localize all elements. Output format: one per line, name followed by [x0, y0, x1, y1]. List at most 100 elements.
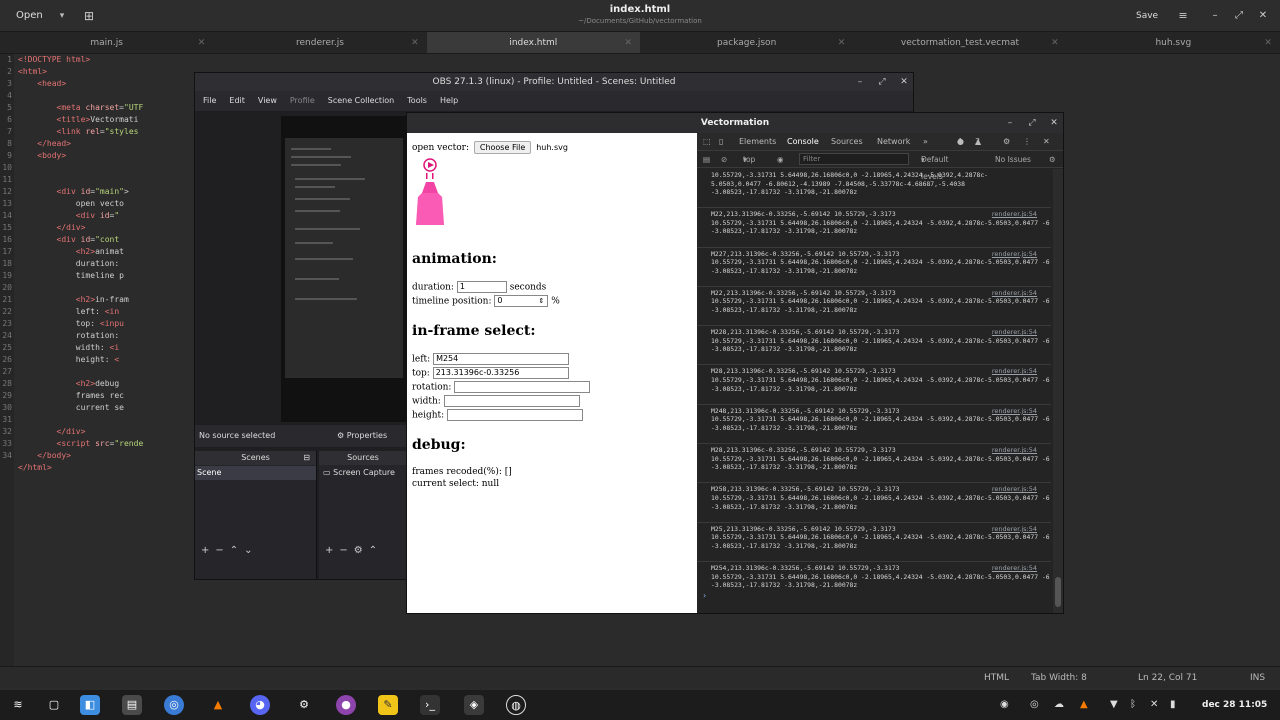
vlc-icon[interactable]: ▲ [208, 695, 228, 715]
console-message[interactable]: M28,213.31396c-0.33256,-5.69142 10.55729… [697, 365, 1051, 405]
rotation-input[interactable] [454, 381, 591, 393]
volume-mute-icon[interactable]: ✕ [1150, 690, 1158, 720]
obs-preview[interactable] [281, 116, 407, 422]
console-source-link[interactable]: renderer.js:54 [992, 289, 1037, 297]
scroll-thumb[interactable] [1055, 577, 1061, 607]
maximize-icon[interactable]: ⤢ [1023, 113, 1041, 133]
vlc-tray-icon[interactable]: ▲ [1080, 690, 1088, 720]
console-source-link[interactable]: renderer.js:54 [992, 250, 1037, 258]
move-up-icon[interactable]: ⌃ [230, 545, 244, 556]
close-icon[interactable]: ✕ [1254, 6, 1272, 26]
kebab-menu-icon[interactable]: ⋮ [1023, 133, 1031, 151]
menu-view[interactable]: View [258, 91, 277, 111]
maximize-icon[interactable]: ⤢ [1230, 6, 1248, 26]
menu-profile[interactable]: Profile [290, 91, 315, 111]
discord-icon[interactable]: ◕ [250, 695, 270, 715]
obs-icon[interactable]: ◍ [506, 695, 526, 715]
move-down-icon[interactable]: ⌄ [244, 545, 258, 556]
width-input[interactable] [443, 395, 580, 407]
menu-edit[interactable]: Edit [229, 91, 245, 111]
menu-file[interactable]: File [203, 91, 216, 111]
console-message[interactable]: M248,213.31396c-0.33256,-5.69142 10.5572… [697, 405, 1051, 445]
tab-package-json[interactable]: package.json ✕ [640, 32, 853, 53]
console-message[interactable]: M254,213.31396c-0.33256,-5.69142 10.5572… [697, 562, 1051, 589]
github-icon[interactable]: ● [336, 695, 356, 715]
close-icon[interactable]: ✕ [895, 73, 913, 91]
console-message[interactable]: M258,213.31396c-0.33256,-5.69142 10.5572… [697, 483, 1051, 523]
tab-console[interactable]: Console [787, 133, 819, 153]
close-icon[interactable]: ✕ [1264, 32, 1272, 54]
undock-icon[interactable]: ⊟ [303, 451, 310, 465]
close-icon[interactable]: ✕ [1043, 133, 1050, 151]
vector-preview[interactable] [412, 157, 452, 237]
more-tabs-icon[interactable]: » [923, 133, 928, 151]
height-input[interactable] [447, 409, 584, 421]
gear-icon[interactable]: ⚙ [354, 545, 369, 556]
issues-button[interactable]: No Issues [995, 151, 1031, 168]
menu-tools[interactable]: Tools [407, 91, 427, 111]
console-message[interactable]: M22,213.31396c-0.33256,-5.69142 10.55729… [697, 208, 1051, 248]
remove-icon[interactable]: − [339, 545, 353, 556]
console-message[interactable]: M227,213.31396c-0.33256,-5.69142 10.5572… [697, 248, 1051, 287]
app-menu-icon[interactable]: ≋ [8, 695, 28, 715]
add-icon[interactable]: + [201, 545, 215, 556]
gear-icon[interactable]: ⚙ [1003, 133, 1010, 151]
minimize-icon[interactable]: – [1001, 113, 1019, 133]
console-source-link[interactable]: renderer.js:54 [992, 564, 1037, 572]
console-prompt[interactable]: › [703, 591, 706, 600]
show-desktop-icon[interactable]: ▢ [44, 695, 64, 715]
close-icon[interactable]: ✕ [198, 32, 206, 54]
tab-width-selector[interactable]: Tab Width: 8 [1031, 667, 1087, 689]
filter-input[interactable]: Filter [799, 153, 909, 165]
remove-icon[interactable]: − [215, 545, 229, 556]
menu-scene-collection[interactable]: Scene Collection [328, 91, 395, 111]
new-tab-icon[interactable]: ⊞ [80, 6, 98, 26]
log-levels-selector[interactable]: Default levels ▾ [921, 151, 948, 181]
console-message[interactable]: M28,213.31396c-0.33256,-5.69142 10.55729… [697, 444, 1051, 484]
tab-sources[interactable]: Sources [831, 133, 863, 151]
console-scrollbar[interactable] [1053, 169, 1063, 613]
close-icon[interactable]: ✕ [838, 32, 846, 54]
settings-icon[interactable]: ⚙ [294, 695, 314, 715]
files-icon[interactable]: ▤ [122, 695, 142, 715]
console-source-link[interactable]: renderer.js:54 [992, 485, 1037, 493]
tab-elements[interactable]: Elements [739, 133, 776, 151]
source-item[interactable]: ▭ Screen Capture [319, 466, 407, 480]
menu-help[interactable]: Help [440, 91, 458, 111]
gear-icon[interactable]: ⚙ [1049, 151, 1056, 168]
console-message[interactable]: M25,213.31396c-0.33256,-5.69142 10.55729… [697, 523, 1051, 562]
console-message[interactable]: 10.55729,-3.31731 5.64498,26.16806c0,0 -… [697, 169, 1051, 209]
console-source-link[interactable]: renderer.js:54 [992, 407, 1037, 415]
open-button[interactable]: Open [6, 6, 53, 26]
add-icon[interactable]: + [325, 545, 339, 556]
top-input[interactable]: 213.31396c-0.33256 [432, 367, 569, 379]
context-selector[interactable]: top ▾ [743, 151, 755, 168]
close-icon[interactable]: ✕ [1045, 113, 1063, 133]
save-button[interactable]: Save [1128, 6, 1166, 26]
inspect-icon[interactable]: ⬚ [703, 133, 711, 151]
minimize-icon[interactable]: – [851, 73, 869, 91]
tab-index-html[interactable]: index.html ✕ [426, 32, 640, 54]
battery-icon[interactable]: ▮ [1170, 690, 1176, 720]
console-source-link[interactable]: renderer.js:54 [992, 367, 1037, 375]
close-icon[interactable]: ✕ [1051, 32, 1059, 54]
wifi-icon[interactable]: ▼ [1110, 690, 1118, 720]
scene-item[interactable]: Scene [195, 466, 316, 480]
chevron-down-icon[interactable]: ▾ [54, 6, 70, 26]
tray-icon[interactable]: ◎ [1030, 690, 1039, 720]
close-icon[interactable]: ✕ [411, 32, 419, 54]
spinner-icon[interactable]: ⇕ [539, 296, 545, 306]
tab-network[interactable]: Network [877, 133, 910, 151]
code-editor[interactable]: <!DOCTYPE html> <html> <head> <meta char… [18, 54, 198, 666]
close-icon[interactable]: ✕ [624, 32, 632, 54]
console-source-link[interactable]: renderer.js:54 [992, 210, 1037, 218]
console-message[interactable]: M228,213.31396c-0.33256,-5.69142 10.5572… [697, 326, 1051, 366]
duration-input[interactable]: 1 [456, 281, 507, 293]
sidebar-toggle-icon[interactable]: ▤ [703, 151, 710, 168]
properties-button[interactable]: ⚙ Properties [337, 425, 387, 447]
tab-vectormation-test[interactable]: vectormation_test.vecmat ✕ [853, 32, 1066, 53]
tab-huh-svg[interactable]: huh.svg ✕ [1067, 32, 1280, 53]
timeline-stepper[interactable]: 0 ⇕ [494, 295, 549, 307]
tab-main-js[interactable]: main.js ✕ [0, 32, 213, 53]
console-source-link[interactable]: renderer.js:54 [992, 328, 1037, 336]
